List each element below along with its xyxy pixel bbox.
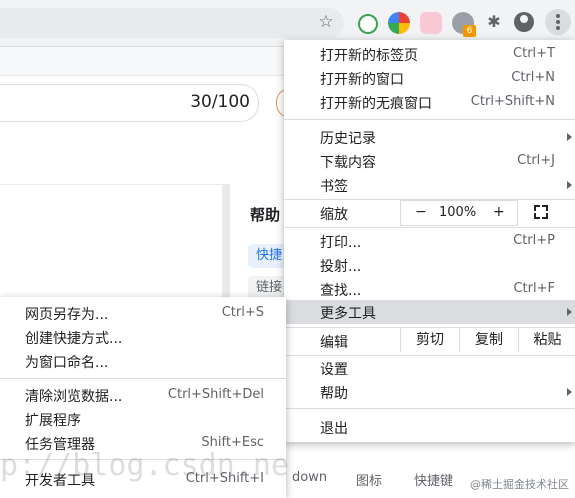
chrome-main-menu: 打开新的标签页 Ctrl+T 打开新的窗口 Ctrl+N 打开新的无痕窗口 Ct…: [284, 40, 575, 442]
menu-item-find[interactable]: 查找... Ctrl+F: [284, 277, 575, 301]
menu-item-label: 为窗口命名...: [25, 355, 109, 371]
submenu-arrow-icon: [567, 388, 572, 396]
zoom-level: 100%: [439, 205, 477, 220]
menu-item-downloads[interactable]: 下载内容 Ctrl+J: [284, 149, 575, 173]
submenu-item-extensions[interactable]: 扩展程序: [0, 407, 286, 431]
menu-item-settings[interactable]: 设置: [284, 356, 575, 380]
bottom-fragment: 图标: [356, 474, 383, 489]
menu-item-label: 查找...: [320, 283, 362, 299]
menu-item-shortcut: Ctrl+T: [513, 46, 555, 61]
menu-item-label: 创建快捷方式...: [25, 331, 123, 347]
menu-item-label: 编辑: [320, 335, 348, 351]
submenu-item-name-window[interactable]: 为窗口命名...: [0, 349, 286, 373]
menu-separator: [284, 408, 575, 409]
extensions-puzzle-icon[interactable]: ✱: [484, 12, 504, 32]
menu-item-label: 扩展程序: [25, 413, 81, 429]
menu-item-label: 网页另存为...: [25, 307, 109, 323]
left-panel: [0, 184, 223, 305]
menu-item-label: 历史记录: [320, 131, 376, 147]
menu-item-label: 清除浏览数据...: [25, 389, 123, 405]
address-bar[interactable]: [0, 8, 344, 38]
help-title: 帮助: [250, 206, 281, 224]
submenu-arrow-icon: [567, 181, 572, 189]
menu-item-cast[interactable]: 投射...: [284, 253, 575, 277]
extension-cat-icon[interactable]: [420, 12, 442, 34]
menu-item-label: 书签: [320, 179, 348, 195]
menu-item-label: 缩放: [320, 207, 348, 223]
submenu-arrow-icon: [567, 133, 572, 141]
menu-separator: [284, 227, 575, 228]
menu-item-help[interactable]: 帮助: [284, 380, 575, 404]
menu-item-print[interactable]: 打印... Ctrl+P: [284, 229, 575, 253]
chrome-menu-button[interactable]: [545, 9, 571, 35]
submenu-arrow-icon: [567, 308, 572, 316]
credit-text: @稀土掘金技术社区: [470, 478, 569, 491]
paste-button[interactable]: 粘贴: [518, 328, 575, 352]
menu-item-more-tools[interactable]: 更多工具: [284, 300, 575, 324]
menu-item-shortcut: Ctrl+F: [513, 281, 555, 296]
menu-item-shortcut: Ctrl+S: [221, 305, 264, 320]
bookmark-star-icon[interactable]: ☆: [316, 12, 336, 32]
dot-icon: [556, 20, 560, 24]
menu-item-bookmarks[interactable]: 书签: [284, 173, 575, 197]
zoom-out-button[interactable]: −: [415, 204, 427, 220]
submenu-item-save-page[interactable]: 网页另存为... Ctrl+S: [0, 301, 286, 325]
menu-item-shortcut: Ctrl+N: [511, 70, 555, 85]
menu-item-shortcut: Ctrl+J: [517, 153, 555, 168]
extension-badge: 6: [463, 25, 476, 37]
menu-item-label: 打印...: [320, 235, 362, 251]
dot-icon: [556, 26, 560, 30]
zoom-in-button[interactable]: +: [493, 204, 505, 220]
menu-item-new-incognito[interactable]: 打开新的无痕窗口 Ctrl+Shift+N: [284, 90, 575, 114]
menu-item-history[interactable]: 历史记录: [284, 125, 575, 149]
fullscreen-icon[interactable]: [534, 205, 548, 219]
menu-item-label: 帮助: [320, 386, 348, 402]
menu-row-edit: 编辑 剪切 复制 粘贴: [284, 328, 575, 354]
submenu-item-clear-data[interactable]: 清除浏览数据... Ctrl+Shift+Del: [0, 383, 286, 407]
panel-divider: [222, 184, 230, 304]
menu-item-label: 投射...: [320, 259, 362, 275]
menu-item-label: 打开新的无痕窗口: [320, 96, 432, 112]
extension-colorful-icon[interactable]: [388, 12, 410, 34]
menu-item-shortcut: Ctrl+P: [513, 233, 555, 248]
menu-row-zoom: 缩放 − 100% +: [284, 200, 575, 226]
cut-button[interactable]: 剪切: [400, 328, 459, 352]
menu-item-shortcut: Ctrl+Shift+N: [470, 94, 555, 109]
menu-item-label: 下载内容: [320, 155, 376, 171]
submenu-item-create-shortcut[interactable]: 创建快捷方式...: [0, 325, 286, 349]
bottom-fragment: 快捷键: [414, 474, 454, 489]
char-counter: 30/100: [190, 92, 250, 112]
menu-item-new-window[interactable]: 打开新的窗口 Ctrl+N: [284, 66, 575, 90]
profile-avatar[interactable]: [514, 12, 534, 32]
extension-green-icon[interactable]: [358, 14, 378, 34]
dot-icon: [556, 14, 560, 18]
bottom-fragment: down: [292, 470, 328, 485]
zoom-control: − 100% +: [400, 200, 518, 226]
menu-separator: [0, 378, 286, 379]
menu-item-label: 设置: [320, 362, 348, 378]
menu-item-exit[interactable]: 退出: [284, 415, 575, 439]
text-input-counter-box[interactable]: 30/100: [0, 84, 259, 122]
menu-item-label: 退出: [320, 421, 348, 437]
copy-button[interactable]: 复制: [459, 328, 518, 352]
watermark-text: p://blog.csdn.ne: [0, 448, 289, 483]
menu-item-label: 更多工具: [320, 306, 376, 322]
menu-item-label: 打开新的窗口: [320, 72, 404, 88]
menu-item-new-tab[interactable]: 打开新的标签页 Ctrl+T: [284, 42, 575, 66]
menu-separator: [284, 119, 575, 120]
menu-item-shortcut: Ctrl+Shift+Del: [167, 387, 264, 402]
menu-item-label: 打开新的标签页: [320, 48, 418, 64]
